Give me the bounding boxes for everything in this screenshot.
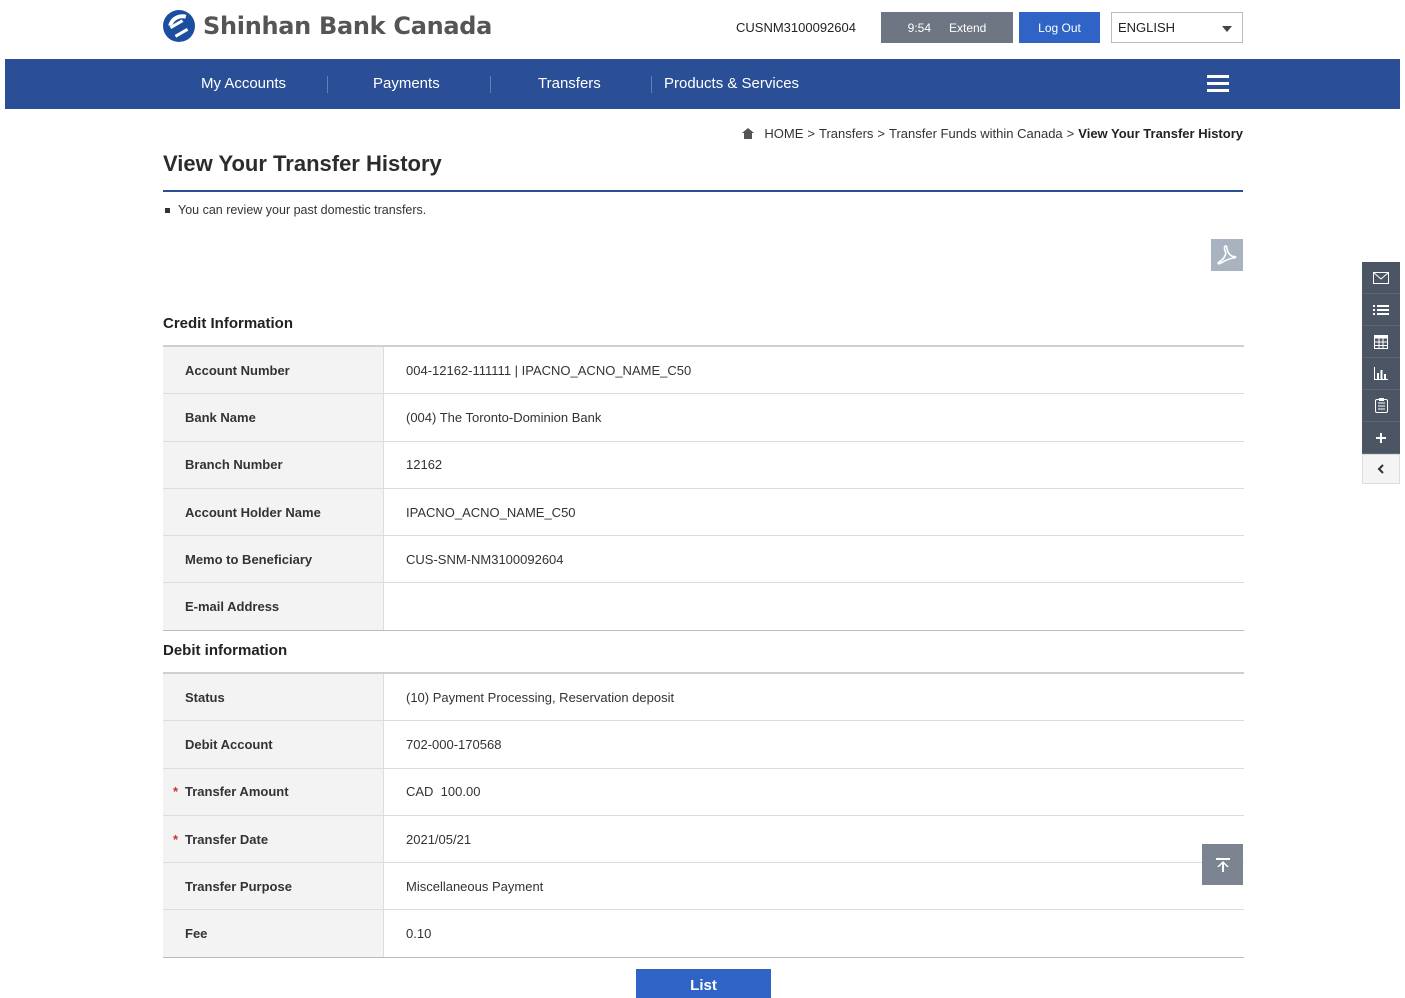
table-row: Status (10) Payment Processing, Reservat… [163,674,1244,722]
branch-number-label: Branch Number [163,441,384,488]
description-text: You can review your past domestic transf… [178,203,427,217]
chevron-left-icon[interactable] [1362,454,1400,484]
user-id: CUSNM3100092604 [736,20,856,35]
scroll-to-top-button[interactable] [1202,844,1243,885]
breadcrumb-transfer-funds[interactable]: Transfer Funds within Canada [889,126,1063,141]
debit-account-value: 702-000-170568 [406,736,502,752]
table-row: * Transfer Amount CAD 100.00 [163,768,1244,816]
chevron-down-icon [1222,26,1232,32]
notepad-icon[interactable] [1362,390,1400,422]
bullet-icon [165,207,170,213]
title-divider [163,190,1243,192]
memo-label: Memo to Beneficiary [163,536,384,583]
brand-name: Shinhan Bank Canada [203,12,493,40]
table-row: Account Number 004-12162-111111 | IPACNO… [163,347,1244,395]
credit-info-table: Account Number 004-12162-111111 | IPACNO… [163,345,1244,631]
breadcrumb: HOME > Transfers > Transfer Funds within… [742,126,1243,141]
transfer-date-value: 2021/05/21 [406,831,472,847]
branch-number-value: 12162 [406,457,443,473]
transfer-purpose-value: Miscellaneous Payment [406,878,544,894]
status-value: (10) Payment Processing, Reservation dep… [406,689,675,705]
account-holder-value: IPACNO_ACNO_NAME_C50 [406,504,576,520]
transfer-amount-label: Transfer Amount [185,784,289,800]
nav-item-products-services[interactable]: Products & Services [664,59,799,109]
menu-icon[interactable] [1207,75,1229,93]
session-timer: 9:54 [907,20,931,35]
transfer-amount-label-cell: * Transfer Amount [163,768,384,815]
breadcrumb-transfers[interactable]: Transfers [819,126,873,141]
table-row: Account Holder Name IPACNO_ACNO_NAME_C50 [163,488,1244,537]
nav-divider [490,76,491,93]
fee-value: 0.10 [406,926,432,942]
nav-item-payments[interactable]: Payments [373,59,440,109]
transfer-date-label-cell: * Transfer Date [163,815,384,863]
calculator-icon[interactable] [1362,326,1400,358]
table-row: Transfer Purpose Miscellaneous Payment [163,863,1244,911]
chart-icon[interactable] [1362,358,1400,390]
table-row: Branch Number 12162 [163,441,1244,489]
breadcrumb-separator: > [1066,126,1075,141]
pdf-download-button[interactable] [1211,239,1243,271]
breadcrumb-separator: > [877,126,885,141]
required-marker: * [173,784,179,800]
language-select[interactable]: ENGLISH [1111,12,1243,43]
table-row: Bank Name (004) The Toronto-Dominion Ban… [163,394,1244,442]
memo-value: CUS-SNM-NM3100092604 [406,551,564,567]
page-title: View Your Transfer History [163,151,442,176]
brand-logo[interactable]: Shinhan Bank Canada [163,9,492,43]
account-number-label: Account Number [163,347,384,394]
transfer-purpose-label: Transfer Purpose [163,863,384,910]
pdf-icon [1217,245,1237,265]
quick-menu [1362,262,1400,484]
transfer-date-label: Transfer Date [185,831,269,847]
list-button[interactable]: List [636,969,771,998]
account-holder-label: Account Holder Name [163,488,384,536]
home-icon [742,128,755,139]
mail-icon[interactable] [1362,262,1400,294]
table-row: * Transfer Date 2021/05/21 [163,815,1244,864]
email-value [384,583,1244,629]
debit-info-title: Debit information [163,642,288,659]
table-row: Fee 0.10 [163,910,1244,958]
shinhan-logo-icon [163,10,195,42]
nav-divider [327,76,328,93]
logout-button[interactable]: Log Out [1019,12,1100,43]
main-nav: My Accounts Payments Transfers Products … [5,59,1400,109]
language-value: ENGLISH [1118,20,1176,35]
debit-info-table: Status (10) Payment Processing, Reservat… [163,672,1244,958]
page-description: You can review your past domestic transf… [165,203,426,217]
fee-label: Fee [163,910,384,957]
list-icon[interactable] [1362,294,1400,326]
credit-info-title: Credit Information [163,315,293,332]
arrow-up-icon [1215,857,1230,872]
extend-session-button[interactable]: 9:54 Extend [881,12,1013,43]
table-row: Memo to Beneficiary CUS-SNM-NM3100092604 [163,536,1244,584]
nav-divider [651,76,652,93]
email-label: E-mail Address [163,583,384,630]
top-header: Shinhan Bank Canada CUSNM3100092604 9:54… [0,0,1405,59]
breadcrumb-home[interactable]: HOME [764,126,803,141]
debit-account-label: Debit Account [163,721,384,768]
nav-item-my-accounts[interactable]: My Accounts [201,59,286,109]
plus-icon[interactable] [1362,422,1400,454]
bank-name-label: Bank Name [163,394,384,441]
extend-label: Extend [949,20,987,35]
breadcrumb-current: View Your Transfer History [1078,126,1243,141]
breadcrumb-separator: > [807,126,815,141]
status-label: Status [163,674,384,721]
nav-item-transfers[interactable]: Transfers [538,59,601,109]
table-row: Debit Account 702-000-170568 [163,721,1244,769]
table-row: E-mail Address [163,583,1244,631]
required-marker: * [173,831,179,847]
transfer-amount-value: CAD 100.00 [406,784,481,800]
account-number-value: 004-12162-111111 | IPACNO_ACNO_NAME_C50 [406,362,692,378]
bank-name-value: (004) The Toronto-Dominion Bank [406,409,602,425]
